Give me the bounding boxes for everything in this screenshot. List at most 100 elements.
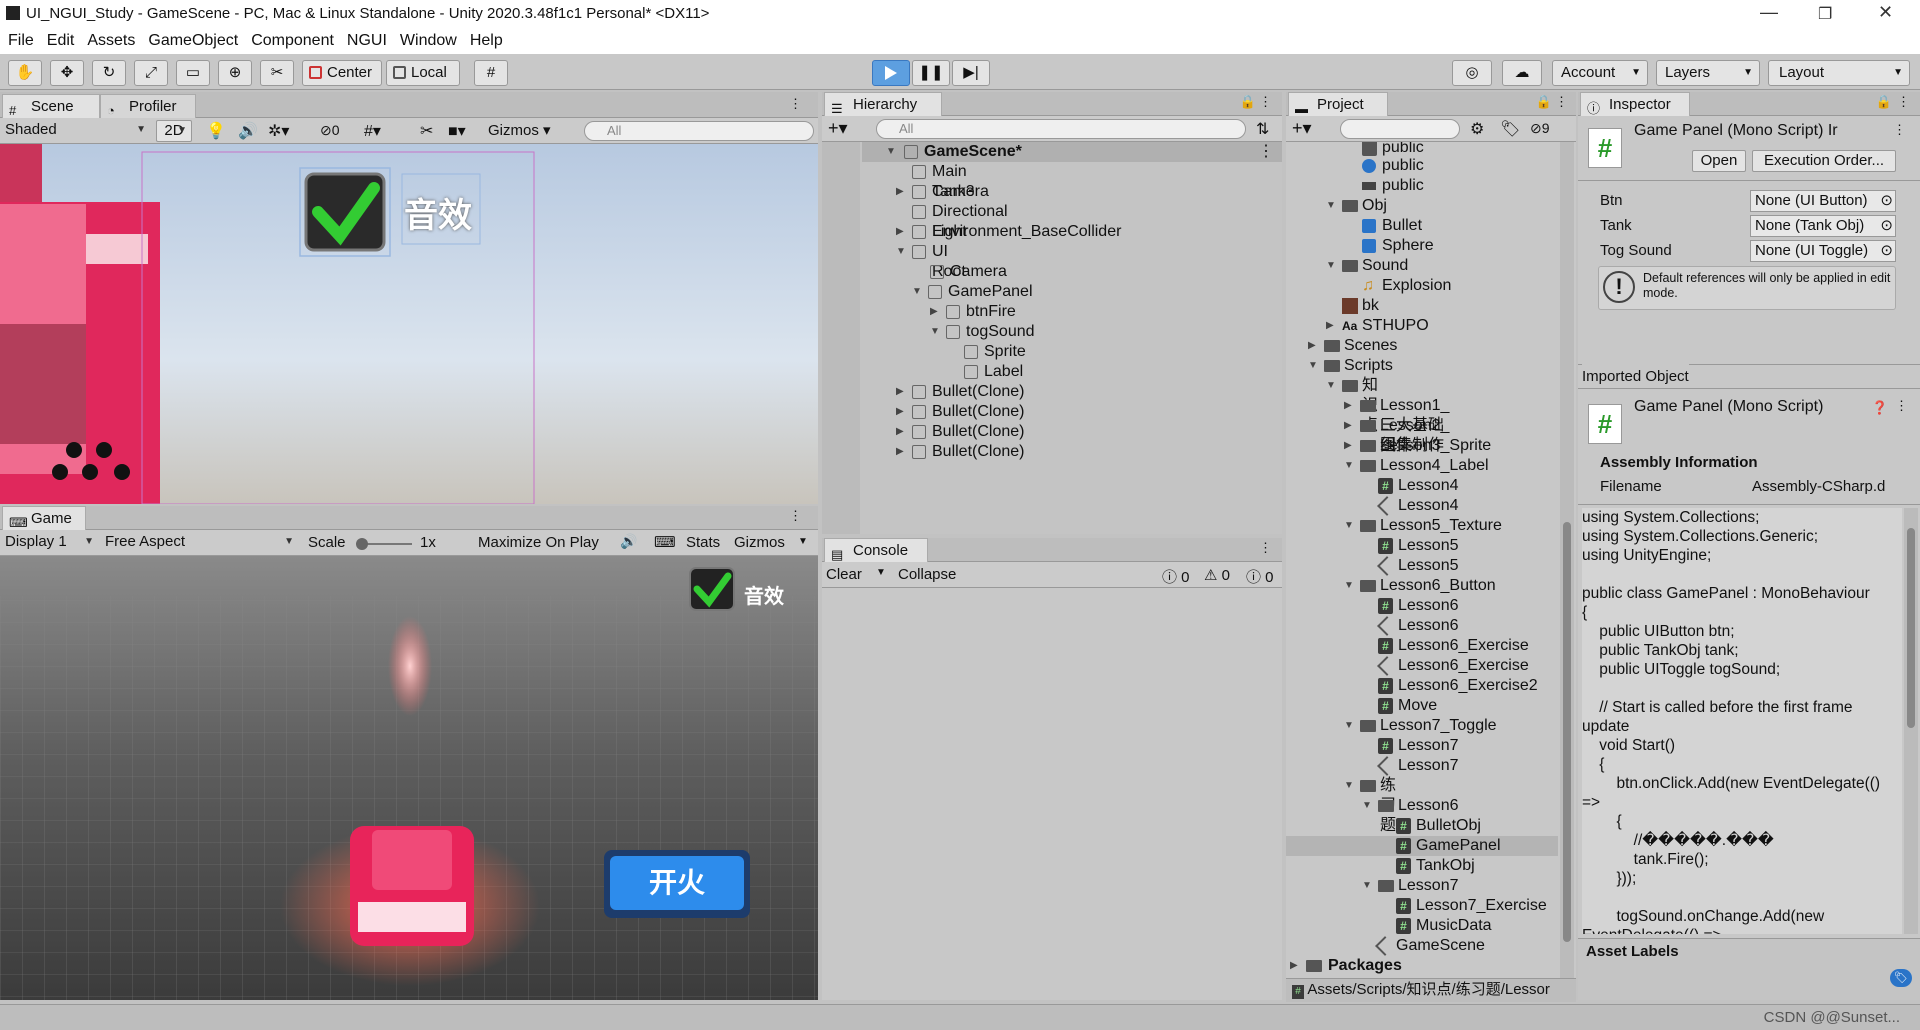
more-icon[interactable]: ⋮ bbox=[1555, 94, 1568, 110]
open-button[interactable]: Open bbox=[1692, 150, 1746, 172]
shading-mode-dropdown[interactable]: Shaded bbox=[0, 120, 150, 142]
add-icon[interactable]: +▾ bbox=[1292, 118, 1312, 139]
help-icon[interactable]: ❓ bbox=[1872, 400, 1888, 416]
object-picker-icon[interactable]: ⊙ bbox=[1880, 191, 1893, 211]
tab-scene[interactable]: # Scene bbox=[2, 94, 100, 118]
2d-toggle[interactable]: 2D bbox=[156, 120, 192, 142]
lock-icon[interactable]: 🔒 bbox=[1536, 94, 1552, 110]
menu-gameobject[interactable]: GameObject bbox=[148, 32, 238, 50]
tools-icon[interactable]: ✂ bbox=[420, 121, 433, 141]
more-icon[interactable]: ⋮ bbox=[789, 96, 802, 112]
console-log-area[interactable] bbox=[822, 588, 1282, 1000]
game-viewport[interactable]: 音效 开火 bbox=[0, 556, 818, 1000]
keyboard-icon[interactable]: ⌨ bbox=[654, 533, 676, 551]
tab-inspector[interactable]: ⓘ Inspector bbox=[1580, 92, 1690, 116]
minimize-icon[interactable]: — bbox=[1760, 2, 1778, 23]
effects-icon[interactable]: ✲▾ bbox=[268, 121, 289, 141]
label-tag-icon[interactable]: 🏷 bbox=[1890, 969, 1912, 987]
tab-console[interactable]: ▤ Console bbox=[824, 538, 928, 562]
clear-button[interactable]: Clear bbox=[826, 566, 862, 583]
layers-dropdown[interactable]: Layers ▼ bbox=[1656, 60, 1760, 86]
stats-toggle[interactable]: Stats bbox=[686, 534, 720, 551]
scale-tool-icon[interactable]: ⤢ bbox=[134, 60, 168, 86]
tab-game[interactable]: ⌨ Game bbox=[2, 506, 86, 530]
grid-snap-icon[interactable]: # bbox=[474, 60, 508, 86]
tab-project[interactable]: ▬ Project bbox=[1288, 92, 1388, 116]
hand-tool-icon[interactable]: ✋ bbox=[8, 60, 42, 86]
lock-icon[interactable]: 🔒 bbox=[1876, 94, 1892, 110]
custom-tool-icon[interactable]: ✂ bbox=[260, 60, 294, 86]
hierarchy-search-input[interactable]: All bbox=[876, 119, 1246, 139]
pivot-local-button[interactable]: Local bbox=[386, 60, 460, 86]
more-icon[interactable]: ⋮ bbox=[1258, 142, 1274, 162]
fire-button[interactable]: 开火 bbox=[610, 856, 744, 910]
chevron-down-icon[interactable]: ▼ bbox=[876, 567, 886, 578]
menu-edit[interactable]: Edit bbox=[47, 32, 75, 50]
move-tool-icon[interactable]: ✥ bbox=[50, 60, 84, 86]
hidden-packages-icon[interactable]: ⊘9 bbox=[1530, 120, 1550, 137]
warning-count-toggle[interactable]: ⚠ 0 bbox=[1204, 566, 1230, 584]
cloud-icon[interactable]: ☁ bbox=[1502, 60, 1542, 86]
collapse-toggle[interactable]: Collapse bbox=[898, 566, 956, 583]
pause-button[interactable]: ❚❚ bbox=[912, 60, 950, 86]
menu-assets[interactable]: Assets bbox=[87, 32, 135, 50]
menu-component[interactable]: Component bbox=[251, 32, 334, 50]
gizmos-dropdown[interactable]: Gizmos ▾ bbox=[488, 120, 551, 142]
play-button[interactable] bbox=[872, 60, 910, 86]
collab-icon[interactable]: ◎ bbox=[1452, 60, 1492, 86]
error-count-toggle[interactable]: ⓘ 0 bbox=[1162, 566, 1190, 587]
more-icon[interactable]: ⋮ bbox=[1259, 540, 1272, 556]
account-dropdown[interactable]: Account ▼ bbox=[1552, 60, 1648, 86]
close-icon[interactable]: ✕ bbox=[1878, 2, 1893, 23]
restore-icon[interactable]: ❐ bbox=[1818, 4, 1832, 24]
execution-order-button[interactable]: Execution Order... bbox=[1752, 150, 1896, 172]
object-picker-icon[interactable]: ⊙ bbox=[1880, 216, 1893, 236]
more-icon[interactable]: ⋮ bbox=[1895, 398, 1908, 414]
pivot-center-button[interactable]: Center bbox=[302, 60, 382, 86]
filter-type-icon[interactable]: ⚙ bbox=[1470, 119, 1484, 139]
menu-file[interactable]: File bbox=[8, 32, 34, 50]
filter-label-icon[interactable]: 🏷 bbox=[1500, 119, 1520, 139]
lock-icon[interactable]: 🔒 bbox=[1240, 94, 1256, 110]
more-icon[interactable]: ⋮ bbox=[1893, 122, 1906, 138]
menu-window[interactable]: Window bbox=[400, 32, 457, 50]
chevron-down-icon[interactable]: ▼ bbox=[798, 536, 808, 547]
log-count-toggle[interactable]: ⓘ 0 bbox=[1246, 566, 1274, 587]
scrollbar-thumb[interactable] bbox=[1907, 528, 1915, 728]
hierarchy-scene-row[interactable]: ▼ GameScene* ⋮ bbox=[862, 142, 1282, 162]
scale-slider-handle[interactable] bbox=[356, 538, 368, 550]
camera-icon[interactable]: ■▾ bbox=[448, 121, 466, 141]
game-gizmos-toggle[interactable]: Gizmos bbox=[734, 534, 785, 551]
project-item-selected[interactable]: # GamePanel bbox=[1286, 836, 1558, 856]
project-scrollbar[interactable] bbox=[1560, 142, 1574, 980]
scale-slider[interactable] bbox=[356, 538, 412, 550]
scene-search-input[interactable]: All bbox=[584, 121, 814, 141]
lighting-icon[interactable]: 💡 bbox=[206, 121, 226, 141]
add-icon[interactable]: +▾ bbox=[828, 118, 848, 139]
audio-icon[interactable]: 🔊 bbox=[238, 121, 258, 141]
rect-tool-icon[interactable]: ▭ bbox=[176, 60, 210, 86]
more-icon[interactable]: ⋮ bbox=[789, 508, 802, 524]
btn-object-field[interactable]: None (UI Button) ⊙ bbox=[1750, 190, 1896, 212]
maximize-on-play-toggle[interactable]: Maximize On Play bbox=[478, 534, 599, 551]
menu-help[interactable]: Help bbox=[470, 32, 503, 50]
rotate-tool-icon[interactable]: ↻ bbox=[92, 60, 126, 86]
transform-tool-icon[interactable]: ⊕ bbox=[218, 60, 252, 86]
tank-object-field[interactable]: None (Tank Obj) ⊙ bbox=[1750, 215, 1896, 237]
object-picker-icon[interactable]: ⊙ bbox=[1880, 241, 1893, 261]
more-icon[interactable]: ⋮ bbox=[1259, 94, 1272, 110]
tab-profiler[interactable]: ◔ Profiler bbox=[100, 94, 196, 118]
more-icon[interactable]: ⋮ bbox=[1897, 94, 1910, 110]
menu-ngui[interactable]: NGUI bbox=[347, 32, 387, 50]
scene-viewport[interactable]: 音效 bbox=[0, 144, 818, 504]
grid-icon[interactable]: #▾ bbox=[364, 121, 381, 141]
step-button[interactable]: ▶| bbox=[952, 60, 990, 86]
inspector-scrollbar[interactable] bbox=[1904, 508, 1918, 934]
scrollbar-thumb[interactable] bbox=[1563, 522, 1571, 942]
layout-dropdown[interactable]: Layout ▼ bbox=[1768, 60, 1910, 86]
aspect-dropdown[interactable]: Free Aspect bbox=[100, 532, 298, 554]
tab-hierarchy[interactable]: ☰ Hierarchy bbox=[824, 92, 942, 116]
display-dropdown[interactable]: Display 1 bbox=[0, 532, 98, 554]
project-search-input[interactable] bbox=[1340, 119, 1460, 139]
sort-icon[interactable]: ⇅ bbox=[1256, 119, 1269, 139]
